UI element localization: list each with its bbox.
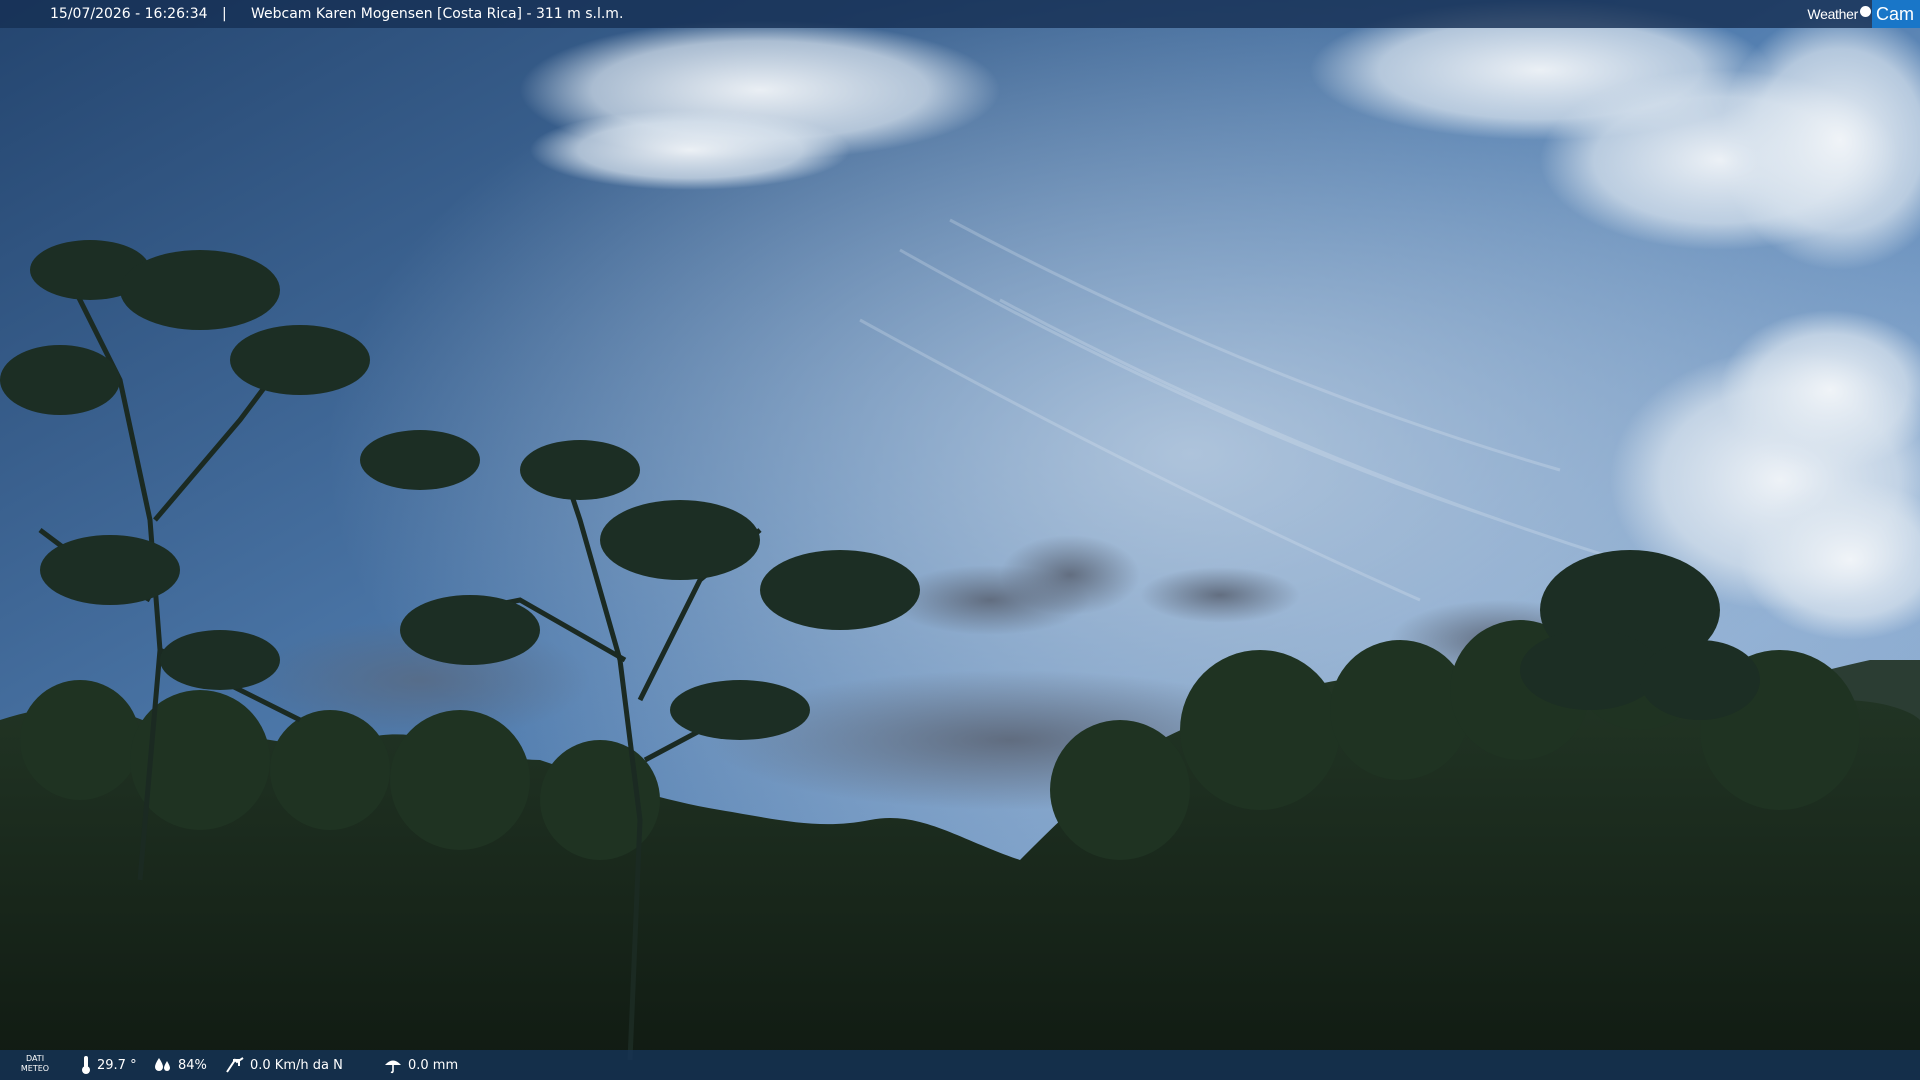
wind-icon xyxy=(226,1057,244,1073)
logo-dot-icon xyxy=(1859,5,1871,17)
weathercam-logo: Weather Cam xyxy=(1807,0,1920,28)
weather-data-label: DATI METEO xyxy=(20,1054,50,1073)
wind-value: 0.0 Km/h da N xyxy=(250,1057,343,1073)
temperature-readout: 29.7 ° xyxy=(80,1050,137,1080)
header-bar: 15/07/2026 - 16:26:34 | Webcam Karen Mog… xyxy=(0,0,1920,28)
humidity-readout: 84% xyxy=(153,1050,207,1080)
logo-cam: Cam xyxy=(1871,0,1920,28)
timestamp: 15/07/2026 - 16:26:34 xyxy=(50,6,208,22)
humidity-drops-icon xyxy=(155,1058,170,1071)
webcam-frame: 15/07/2026 - 16:26:34 | Webcam Karen Mog… xyxy=(0,0,1920,1080)
temperature-value: 29.7 ° xyxy=(97,1057,137,1073)
header-separator: | xyxy=(222,6,227,22)
wind-readout: 0.0 Km/h da N xyxy=(225,1050,343,1080)
thermometer-icon xyxy=(82,1056,90,1074)
rain-icon xyxy=(385,1060,401,1074)
rain-value: 0.0 mm xyxy=(408,1057,459,1073)
rain-readout: 0.0 mm xyxy=(383,1050,458,1080)
logo-word: Weather xyxy=(1807,6,1858,22)
humidity-value: 84% xyxy=(178,1057,207,1073)
webcam-image xyxy=(0,0,1920,1080)
weather-data-bar: DATI METEO 29.7 ° 84% 0.0 Km/h da N 0.0 … xyxy=(0,1050,1920,1080)
webcam-title: Webcam Karen Mogensen [Costa Rica] - 311… xyxy=(251,6,624,22)
